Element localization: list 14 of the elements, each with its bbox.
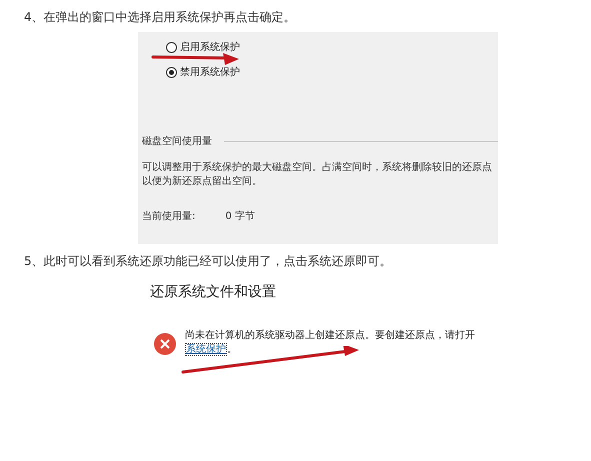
usage-value: 0 字节 (225, 210, 255, 224)
description-text: 可以调整用于系统保护的最大磁盘空间。占满空间时，系统将删除较旧的还原点以便为新还原点留出空间。 (141, 161, 493, 189)
error-icon (154, 333, 176, 355)
restore-title: 还原系统文件和设置 (150, 283, 277, 302)
step-text: 5、此时可以看到系统还原功能已经可以使用了，点击系统还原即可。 (24, 253, 393, 270)
radio-label: 禁用系统保护 (180, 66, 240, 80)
step-text: 4、在弹出的窗口中选择启用系统保护再点击确定。 (24, 9, 297, 26)
error-message: 尚未在计算机的系统驱动器上创建还原点。要创建还原点，请打开 系统保护。 (185, 329, 475, 357)
radio-button[interactable] (166, 67, 177, 78)
usage-label: 当前使用量: (142, 210, 196, 224)
radio-label: 启用系统保护 (180, 40, 240, 55)
system-protection-link[interactable]: 系统保护 (185, 343, 227, 356)
radio-button[interactable] (166, 42, 177, 53)
section-title: 磁盘空间使用量 (142, 134, 212, 149)
